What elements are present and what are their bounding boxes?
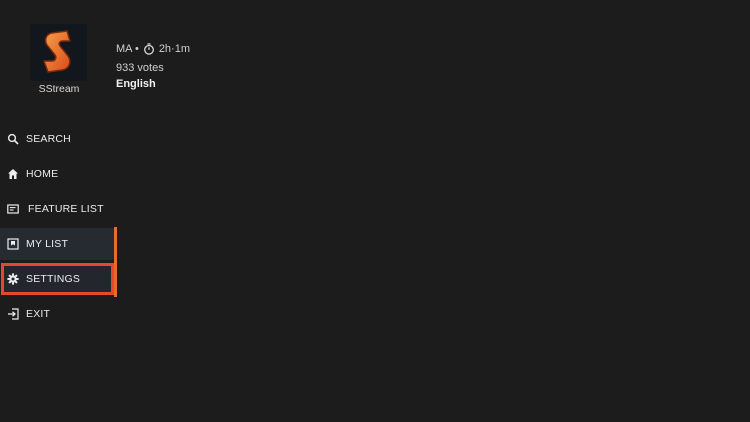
feature-list-icon bbox=[7, 203, 19, 215]
app-logo bbox=[30, 24, 87, 81]
bookmark-list-icon bbox=[7, 238, 19, 250]
menu-item-label: MY LIST bbox=[26, 238, 69, 250]
meta-rating-duration: MA • 2h·1m bbox=[116, 43, 190, 55]
gear-icon bbox=[7, 273, 19, 285]
search-icon bbox=[7, 133, 19, 145]
menu-item-label: HOME bbox=[26, 168, 59, 180]
sstream-logo-icon bbox=[43, 30, 71, 73]
menu-item-home[interactable]: HOME bbox=[0, 158, 114, 190]
selection-accent-bar bbox=[114, 227, 117, 297]
menu-item-label: SEARCH bbox=[26, 133, 71, 145]
menu-item-settings[interactable]: SETTINGS bbox=[0, 263, 114, 295]
exit-icon bbox=[7, 308, 19, 320]
duration: 2h·1m bbox=[158, 43, 190, 55]
menu-item-exit[interactable]: EXIT bbox=[0, 298, 114, 330]
app-name: SStream bbox=[38, 83, 80, 95]
menu-item-feature-list[interactable]: FEATURE LIST bbox=[0, 193, 114, 225]
menu-item-label: EXIT bbox=[26, 308, 51, 320]
votes: 933 votes bbox=[116, 62, 164, 74]
menu-item-label: SETTINGS bbox=[26, 273, 81, 285]
genre-fragment: MA • bbox=[116, 43, 139, 55]
menu-item-my-list[interactable]: MY LIST bbox=[0, 228, 114, 260]
language: English bbox=[116, 78, 156, 90]
menu-item-search[interactable]: SEARCH bbox=[0, 123, 114, 155]
menu-item-label: FEATURE LIST bbox=[28, 203, 104, 215]
home-icon bbox=[7, 168, 19, 180]
timer-icon bbox=[143, 43, 155, 55]
